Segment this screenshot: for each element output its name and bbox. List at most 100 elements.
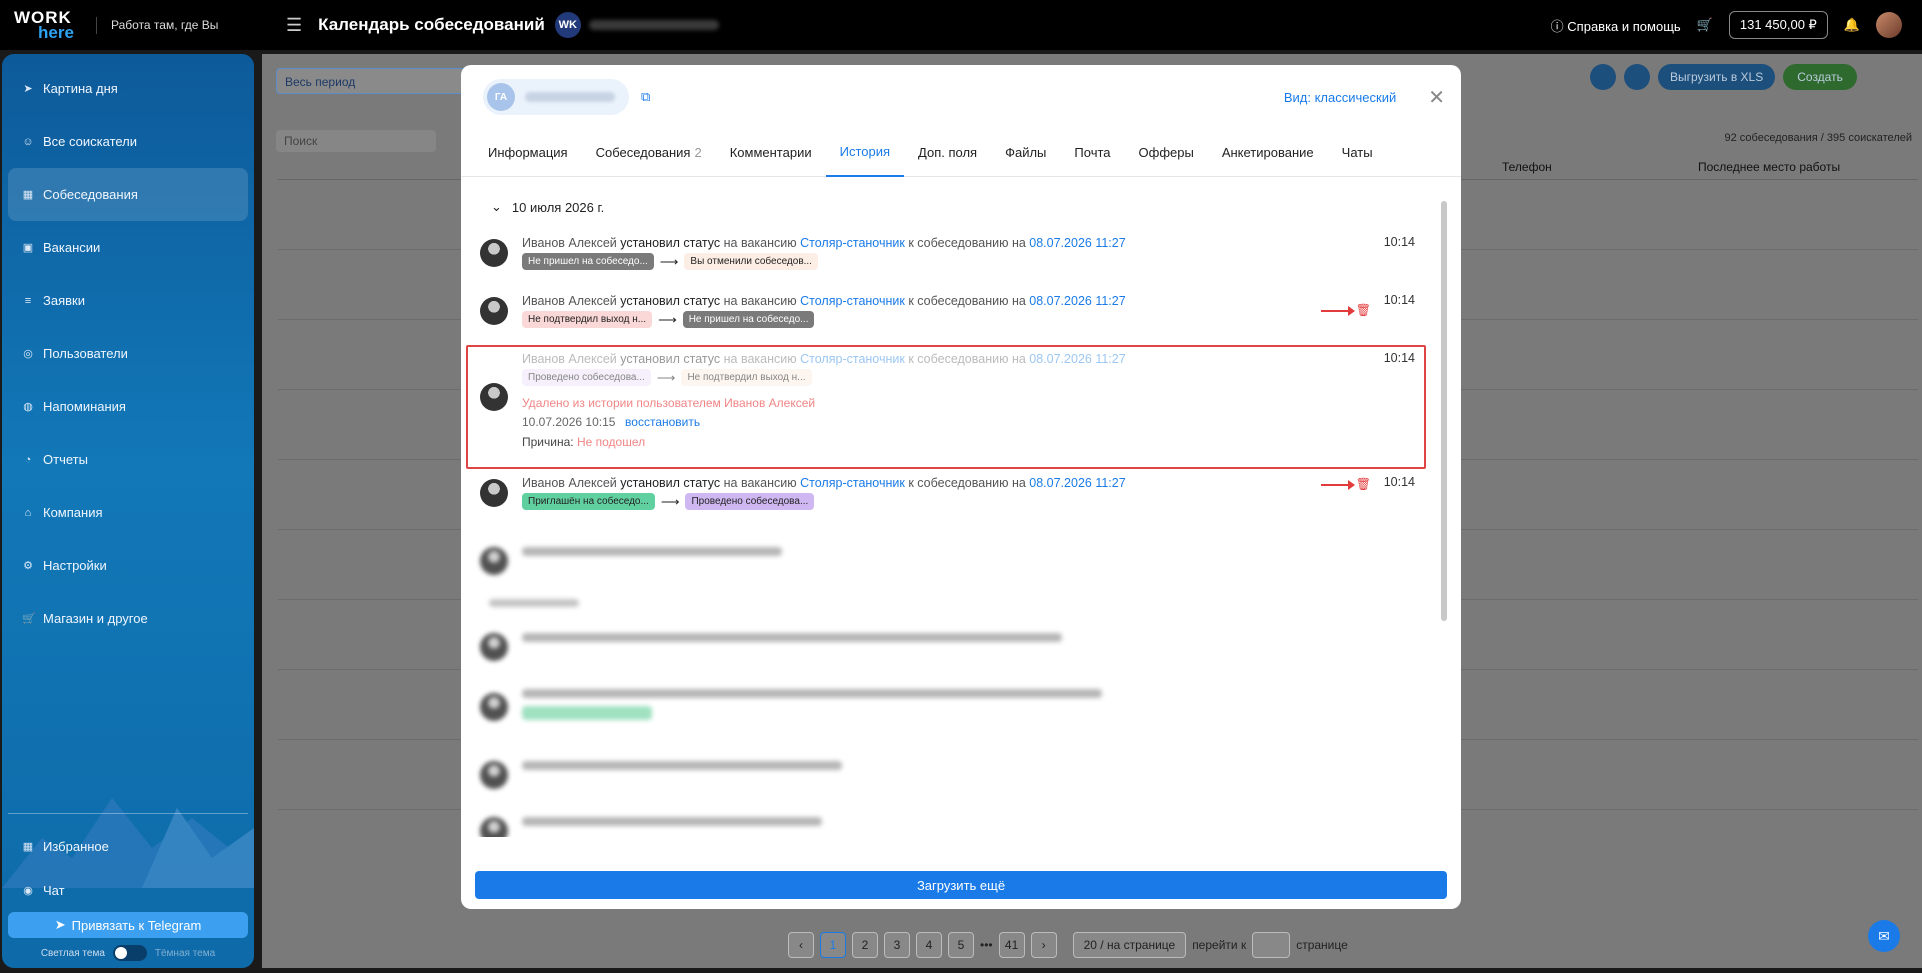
date-group-header[interactable]: ⌄ 10 июля 2026 г. — [461, 177, 1461, 217]
event-time: 10:14 — [1383, 351, 1415, 365]
sidebar-item-interviews[interactable]: ▦ Собеседования — [8, 168, 248, 221]
view-mode-link[interactable]: Вид: классический — [1284, 90, 1396, 105]
calendar-icon: ▦ — [22, 189, 34, 201]
settings-icon[interactable] — [1624, 64, 1650, 90]
status-badge: Не пришел на собеседо... — [682, 311, 815, 328]
tab-info[interactable]: Информация — [474, 129, 582, 177]
user-avatar — [480, 239, 508, 267]
blurred-history-entries — [461, 547, 1461, 837]
export-button[interactable]: Выгрузить в XLS — [1658, 64, 1776, 90]
next-page-button[interactable]: › — [1030, 932, 1057, 958]
history-entry-deleted: Иванов Алексей установил статус на вакан… — [461, 345, 1461, 475]
sidebar-item-settings[interactable]: ⚙ Настройки — [2, 539, 254, 592]
bell-icon[interactable]: 🔔 — [1844, 17, 1860, 33]
vacancy-link[interactable]: Столяр-станочник — [800, 476, 905, 490]
menu-toggle-icon[interactable]: ☰ — [286, 15, 302, 36]
period-select[interactable]: Весь период — [276, 68, 476, 94]
tab-files[interactable]: Файлы — [991, 129, 1060, 177]
page-button[interactable]: 41 — [998, 932, 1025, 958]
sidebar-item-candidates[interactable]: ☺ Все соискатели — [2, 115, 254, 168]
users-icon: ☺ — [22, 135, 34, 148]
counts-text: 92 собеседования / 395 соискателей — [1724, 132, 1913, 144]
sidebar-item-vacancies[interactable]: ▣ Вакансии — [2, 221, 254, 274]
status-badge: Проведено собеседова... — [522, 369, 651, 386]
bell-icon: ◍ — [23, 401, 33, 413]
interview-date-link[interactable]: 08.07.2026 11:27 — [1029, 236, 1125, 250]
list-icon: ≡ — [24, 294, 32, 307]
cart-icon: 🛒 — [22, 613, 36, 625]
sidebar-item-shop[interactable]: 🛒 Магазин и другое — [2, 592, 254, 645]
interview-date-link[interactable]: 08.07.2026 11:27 — [1029, 476, 1125, 490]
sidebar-item-company[interactable]: ⌂ Компания — [2, 486, 254, 539]
history-entry: Иванов Алексей установил статус на вакан… — [461, 293, 1461, 351]
vacancy-link[interactable]: Столяр-станочник — [800, 294, 905, 308]
event-time: 10:14 — [1383, 475, 1415, 489]
col-phone: Телефон — [1502, 160, 1552, 174]
page-button[interactable]: 2 — [852, 932, 878, 958]
arrow-right-icon: ⟶ — [659, 253, 679, 269]
create-button[interactable]: Создать — [1783, 64, 1857, 90]
slogan: Работа там, где Вы — [96, 16, 246, 34]
per-page-select[interactable]: 20 / на странице — [1072, 932, 1187, 958]
chart-icon[interactable] — [1590, 64, 1616, 90]
tab-interviews[interactable]: Собеседования 2 — [582, 129, 716, 177]
history-entry: Иванов Алексей установил статус на вакан… — [461, 475, 1461, 537]
candidate-modal: ГА ⧉ Вид: классический ✕ Информация Собе… — [461, 65, 1461, 909]
load-more-button[interactable]: Загрузить ещё — [475, 871, 1447, 899]
page-button[interactable]: 4 — [916, 932, 942, 958]
page-ellipsis[interactable]: ••• — [980, 938, 993, 952]
tab-chats[interactable]: Чаты — [1328, 129, 1387, 177]
event-time: 10:14 — [1383, 235, 1415, 249]
telegram-button[interactable]: ➤ Привязать к Telegram — [8, 912, 248, 938]
company-badge[interactable]: WK — [554, 12, 581, 38]
avatar[interactable] — [1876, 12, 1902, 38]
tab-questionnaire[interactable]: Анкетирование — [1208, 129, 1328, 177]
page-button[interactable]: 3 — [884, 932, 910, 958]
rocket-icon: ➤ — [23, 83, 33, 95]
chevron-down-icon: ⌄ — [491, 199, 502, 214]
status-badge: Приглашён на собеседо... — [522, 493, 655, 510]
tab-offers[interactable]: Офферы — [1125, 129, 1208, 177]
cart-icon[interactable]: 🛒 — [1697, 17, 1713, 33]
tab-comments[interactable]: Комментарии — [716, 129, 826, 177]
page-title: Календарь собеседований — [318, 15, 545, 34]
sidebar-item-chat[interactable]: ◉ Чат — [2, 868, 254, 912]
interview-date-link[interactable]: 08.07.2026 11:27 — [1029, 294, 1125, 308]
status-badge: Проведено собеседова... — [685, 493, 815, 510]
sidebar-item-users[interactable]: ◎ Пользователи — [2, 327, 254, 380]
candidate-name-blurred — [525, 92, 615, 102]
status-badge: Не пришел на собеседо... — [522, 253, 654, 270]
support-chat-icon[interactable]: ✉ — [1868, 920, 1900, 952]
tab-history[interactable]: История — [825, 129, 905, 177]
theme-switch: Светлая тема Тёмная тема — [2, 938, 254, 968]
arrow-right-icon: ⟶ — [656, 369, 676, 385]
sidebar-item-favorites[interactable]: ▦ Избранное — [2, 824, 254, 868]
arrow-right-icon: ⟶ — [658, 311, 677, 327]
sidebar-item-reminders[interactable]: ◍ Напоминания — [2, 380, 254, 433]
page-button[interactable]: 1 — [820, 932, 846, 958]
external-link-icon[interactable]: ⧉ — [641, 89, 650, 105]
sidebar-item-requests[interactable]: ≡ Заявки — [2, 274, 254, 327]
company-name-blurred — [588, 20, 719, 30]
user-avatar — [480, 383, 508, 411]
sidebar: ➤ Картина дня ☺ Все соискатели ▦ Собеседова… — [2, 54, 254, 968]
sidebar-item-reports[interactable]: ◔ Отчеты — [2, 433, 254, 486]
close-icon[interactable]: ✕ — [1428, 85, 1445, 110]
trash-icon[interactable]: 🗑 — [1356, 477, 1371, 491]
goto-page-input[interactable] — [1252, 932, 1291, 958]
prev-page-button[interactable]: ‹ — [788, 932, 814, 958]
vacancy-link[interactable]: Столяр-станочник — [800, 236, 905, 250]
user-icon: ◎ — [23, 348, 33, 360]
modal-tabs: Информация Собеседования 2 Комментарии Ис… — [461, 129, 1461, 177]
theme-toggle[interactable] — [112, 945, 147, 961]
balance-button[interactable]: 131 450,00 ₽ — [1728, 11, 1828, 39]
tab-extra-fields[interactable]: Доп. поля — [904, 129, 991, 177]
logo[interactable]: WORK here — [0, 9, 88, 41]
candidate-chip[interactable]: ГА — [483, 79, 629, 115]
user-avatar — [480, 297, 508, 325]
tab-mail[interactable]: Почта — [1060, 129, 1124, 177]
page-button[interactable]: 5 — [948, 932, 974, 958]
help-link[interactable]: ⓘ Справка и помощь — [1551, 16, 1681, 35]
sidebar-item-day-picture[interactable]: ➤ Картина дня — [2, 62, 254, 115]
trash-icon[interactable]: 🗑 — [1356, 303, 1371, 317]
